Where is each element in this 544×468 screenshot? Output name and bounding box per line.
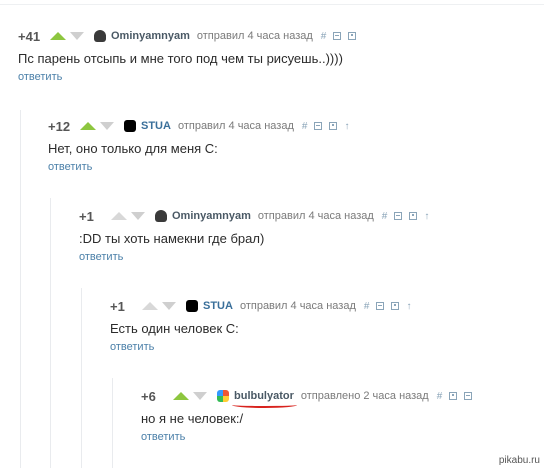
comment-text: Пс парень отсыпь и мне того под чем ты р… bbox=[18, 51, 343, 66]
reply-link[interactable]: ответить bbox=[110, 341, 154, 353]
permalink-hash-icon[interactable]: # bbox=[382, 211, 388, 222]
comment-rating: +12 bbox=[48, 118, 71, 134]
comment-header: +41 Ominyamnyam отправил 4 часа назад # bbox=[18, 28, 544, 44]
avatar[interactable] bbox=[94, 30, 106, 42]
comment-header: +6 bulbulyator отправлено 2 часа назад # bbox=[141, 388, 544, 408]
avatar[interactable] bbox=[124, 120, 136, 132]
comment-text: :DD ты хоть намекни где брал) bbox=[79, 231, 265, 246]
comment-text: Нет, оно только для меня С: bbox=[48, 141, 218, 156]
top-divider bbox=[0, 4, 544, 5]
permalink-hash-icon[interactable]: # bbox=[321, 31, 327, 42]
upvote-icon[interactable] bbox=[80, 122, 96, 130]
thread-line bbox=[112, 378, 113, 468]
downvote-icon[interactable] bbox=[100, 122, 114, 130]
upvote-icon[interactable] bbox=[142, 302, 158, 310]
comment-text: но я не человек:/ bbox=[141, 411, 244, 426]
comment-timestamp: отправлено 2 часа назад bbox=[300, 390, 429, 402]
comment-header: +12 STUA отправил 4 часа назад # ↑ bbox=[48, 118, 544, 134]
comment: +6 bulbulyator отправлено 2 часа назад #… bbox=[141, 388, 544, 445]
comment-text: Есть один человек С: bbox=[110, 321, 239, 336]
save-icon[interactable] bbox=[329, 122, 338, 130]
red-underline-annotation bbox=[232, 402, 297, 408]
parent-arrow-icon[interactable]: ↑ bbox=[424, 211, 429, 222]
upvote-icon[interactable] bbox=[50, 32, 66, 40]
reply-link[interactable]: ответить bbox=[79, 251, 123, 263]
avatar[interactable] bbox=[186, 300, 198, 312]
comment-timestamp: отправил 4 часа назад bbox=[239, 300, 356, 312]
avatar[interactable] bbox=[155, 210, 167, 222]
collapse-icon[interactable] bbox=[464, 392, 473, 400]
save-icon[interactable] bbox=[391, 302, 400, 310]
collapse-icon[interactable] bbox=[314, 122, 323, 130]
upvote-icon[interactable] bbox=[173, 392, 189, 400]
parent-arrow-icon[interactable]: ↑ bbox=[344, 121, 349, 132]
username-link[interactable]: Ominyamnyam bbox=[172, 210, 251, 222]
reply-link[interactable]: ответить bbox=[141, 431, 185, 443]
comment-timestamp: отправил 4 часа назад bbox=[177, 120, 294, 132]
save-icon[interactable] bbox=[348, 32, 357, 40]
permalink-hash-icon[interactable]: # bbox=[437, 391, 443, 402]
thread-line bbox=[81, 288, 82, 468]
username-link[interactable]: bulbulyator bbox=[232, 390, 297, 408]
comment-rating: +6 bbox=[141, 388, 156, 404]
collapse-icon[interactable] bbox=[394, 212, 403, 220]
comment-timestamp: отправил 4 часа назад bbox=[196, 30, 313, 42]
comment: +1 Ominyamnyam отправил 4 часа назад # ↑… bbox=[79, 208, 544, 265]
upvote-icon[interactable] bbox=[111, 212, 127, 220]
thread-line bbox=[50, 198, 51, 468]
collapse-icon[interactable] bbox=[333, 32, 342, 40]
comment: +12 STUA отправил 4 часа назад # ↑ Нет, … bbox=[48, 118, 544, 175]
comment-rating: +1 bbox=[79, 208, 94, 224]
collapse-icon[interactable] bbox=[376, 302, 385, 310]
comment-header: +1 STUA отправил 4 часа назад # ↑ bbox=[110, 298, 544, 314]
downvote-icon[interactable] bbox=[131, 212, 145, 220]
permalink-hash-icon[interactable]: # bbox=[302, 121, 308, 132]
username-link[interactable]: STUA bbox=[141, 120, 171, 132]
username-link[interactable]: STUA bbox=[203, 300, 233, 312]
reply-link[interactable]: ответить bbox=[18, 71, 62, 83]
comment: +41 Ominyamnyam отправил 4 часа назад # … bbox=[18, 28, 544, 85]
username-link[interactable]: Ominyamnyam bbox=[111, 30, 190, 42]
downvote-icon[interactable] bbox=[70, 32, 84, 40]
comment: +1 STUA отправил 4 часа назад # ↑ Есть о… bbox=[110, 298, 544, 355]
comment-rating: +1 bbox=[110, 298, 125, 314]
downvote-icon[interactable] bbox=[162, 302, 176, 310]
reply-link[interactable]: ответить bbox=[48, 161, 92, 173]
username-text: bulbulyator bbox=[234, 390, 294, 402]
thread-line bbox=[20, 110, 21, 468]
avatar[interactable] bbox=[217, 390, 229, 402]
comment-rating: +41 bbox=[18, 28, 41, 44]
comment-header: +1 Ominyamnyam отправил 4 часа назад # ↑ bbox=[79, 208, 544, 224]
downvote-icon[interactable] bbox=[193, 392, 207, 400]
save-icon[interactable] bbox=[409, 212, 418, 220]
comment-timestamp: отправил 4 часа назад bbox=[257, 210, 374, 222]
watermark: pikabu.ru bbox=[498, 455, 540, 466]
save-icon[interactable] bbox=[449, 392, 458, 400]
permalink-hash-icon[interactable]: # bbox=[364, 301, 370, 312]
parent-arrow-icon[interactable]: ↑ bbox=[406, 301, 411, 312]
